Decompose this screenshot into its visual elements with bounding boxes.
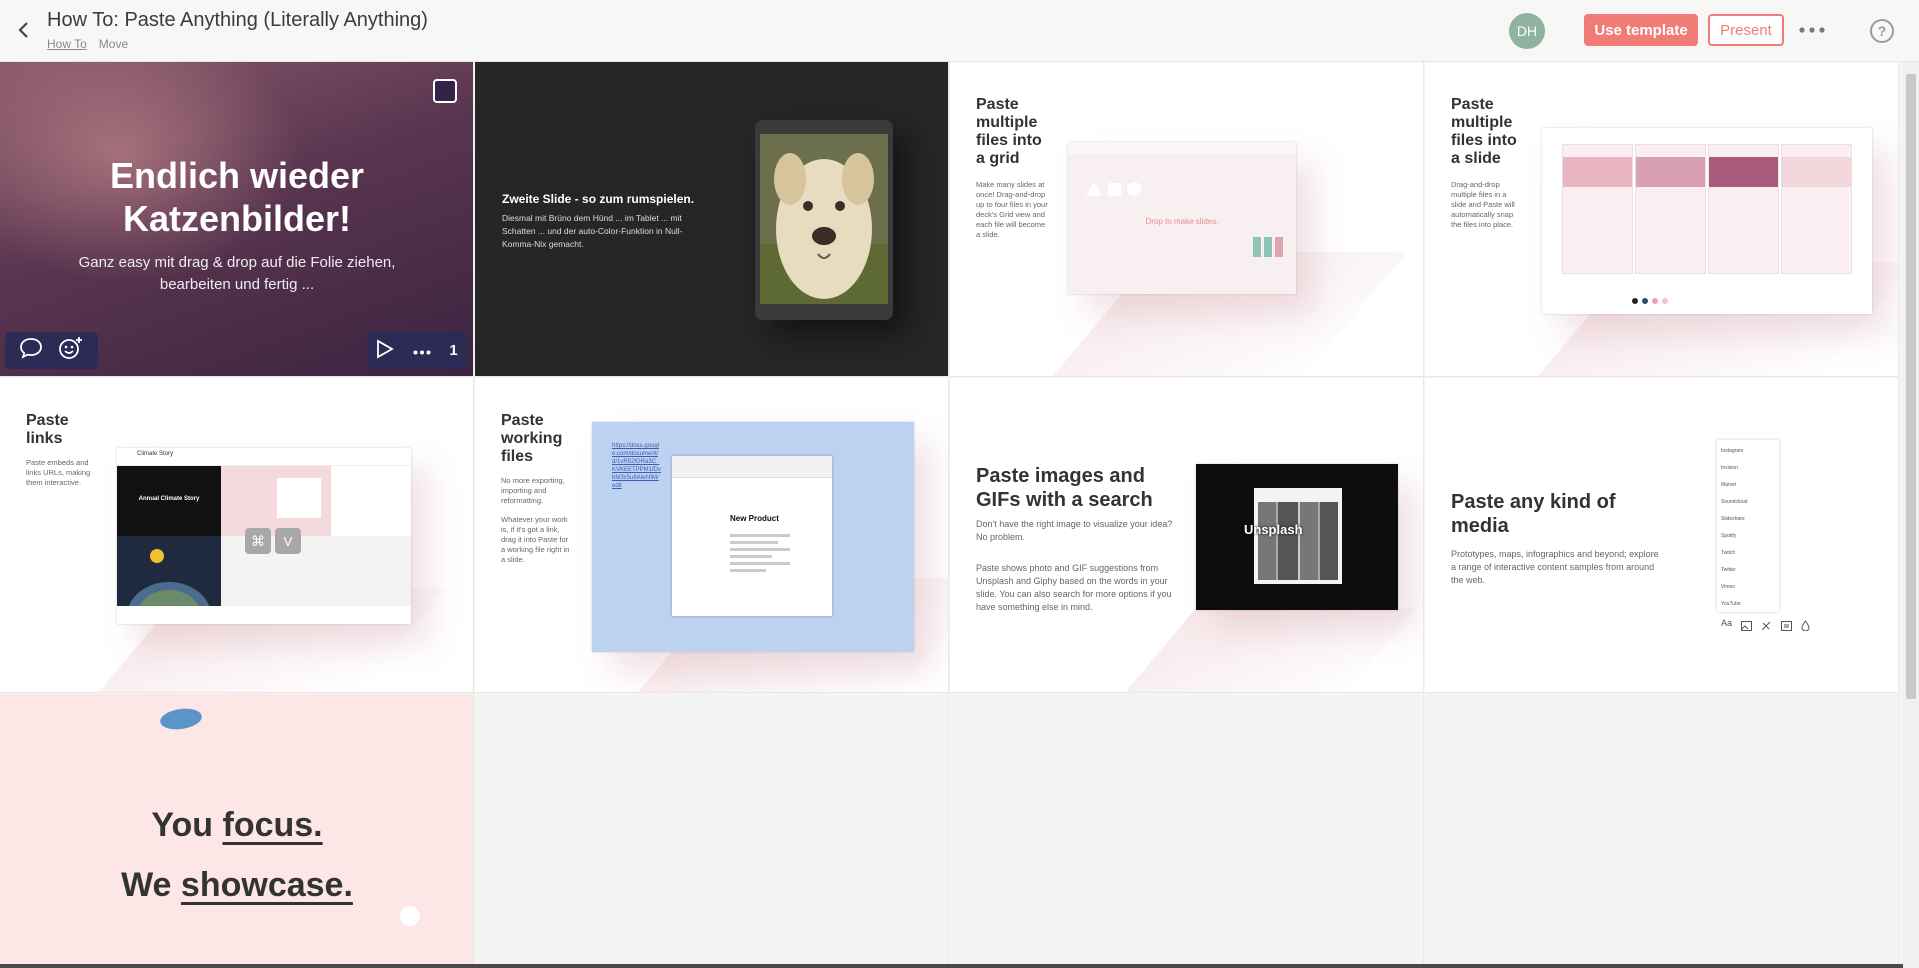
slide-2-body: Diesmal mit Brüno dem Hünd ... im Tablet… bbox=[502, 213, 683, 249]
slide-tile-9[interactable]: You focus. We showcase. bbox=[0, 694, 474, 968]
slide-1-body: Ganz easy mit drag & drop auf die Folie … bbox=[78, 254, 396, 293]
select-checkbox[interactable] bbox=[433, 79, 457, 103]
slide-6-heading: Paste working files bbox=[501, 412, 563, 465]
text-style-icon[interactable]: Aa bbox=[1721, 618, 1732, 636]
menu-item[interactable]: Marvel bbox=[1721, 477, 1775, 494]
back-arrow-icon[interactable] bbox=[12, 18, 34, 42]
menu-item[interactable]: Twitch bbox=[1721, 545, 1775, 562]
slide-5-body: Paste embeds and links URLs, making them… bbox=[26, 458, 91, 487]
slide-tile-3[interactable]: Paste multiple files into a grid Make ma… bbox=[950, 62, 1424, 377]
slide-editor-mockup bbox=[1542, 128, 1872, 314]
image-search-mockup: Unsplash bbox=[1196, 464, 1398, 610]
slide-tile-2[interactable]: Zweite Slide - so zum rumspielen. Diesma… bbox=[475, 62, 949, 377]
slide-tile-5[interactable]: Paste links Paste embeds and links URLs,… bbox=[0, 378, 474, 693]
slide-5-heading: Paste links bbox=[26, 412, 69, 447]
grid-view-mockup: Drop to make slides. bbox=[1068, 142, 1296, 294]
slide-2-heading: Zweite Slide - so zum rumspielen. bbox=[502, 192, 695, 206]
blue-blob bbox=[158, 706, 204, 732]
deck-title: How To: Paste Anything (Literally Anythi… bbox=[47, 9, 428, 31]
slide-4-heading: Paste multiple files into a slide bbox=[1451, 96, 1517, 167]
empty-slot[interactable] bbox=[950, 694, 1424, 968]
slide-6-body-2: Whatever your work is, if it's got a lin… bbox=[501, 515, 570, 564]
slide-7-body-1: Don't have the right image to visualize … bbox=[976, 519, 1173, 542]
slide-3-body: Make many slides at once! Drag-and-drop … bbox=[976, 180, 1048, 239]
breadcrumb: How To Move bbox=[47, 37, 128, 51]
slide-7-heading: Paste images and GIFs with a search bbox=[976, 465, 1153, 511]
image-icon[interactable] bbox=[1741, 618, 1753, 636]
doc-link: https://docs.google.com/document/d/1vR52… bbox=[612, 443, 662, 489]
slide-4-body: Drag-and-drop multiple files in a slide … bbox=[1451, 180, 1515, 229]
shapes-placeholder bbox=[1086, 180, 1146, 196]
menu-item[interactable]: Instagram bbox=[1721, 443, 1775, 460]
color-drop-icon[interactable] bbox=[1801, 618, 1810, 636]
menu-item[interactable]: Spotify bbox=[1721, 528, 1775, 545]
slide-tile-1[interactable]: Endlich wieder Katzenbilder! Ganz easy m… bbox=[0, 62, 474, 377]
slide-more-icon[interactable] bbox=[413, 342, 431, 359]
slide-6-body-1: No more exporting, importing and reforma… bbox=[501, 476, 565, 505]
slide-7-body-2: Paste shows photo and GIF suggestions fr… bbox=[976, 563, 1172, 612]
menu-item[interactable]: Soundcloud bbox=[1721, 494, 1775, 511]
empty-slot[interactable] bbox=[1425, 694, 1899, 968]
tagline-line-1: You focus. bbox=[151, 806, 323, 844]
scrollbar-thumb[interactable] bbox=[1906, 74, 1916, 699]
slide-number: 1 bbox=[449, 342, 458, 359]
menu-item[interactable]: Slideshare bbox=[1721, 511, 1775, 528]
move-link[interactable]: Move bbox=[99, 37, 128, 51]
help-icon[interactable]: ? bbox=[1870, 19, 1894, 43]
add-reaction-icon[interactable] bbox=[58, 336, 84, 365]
slide-3-heading: Paste multiple files into a grid bbox=[976, 96, 1042, 167]
media-menu: Instagram Invision Marvel Soundcloud Sli… bbox=[1717, 440, 1779, 612]
tagline-line-2: We showcase. bbox=[121, 866, 353, 904]
slide-8-body: Prototypes, maps, infographics and beyon… bbox=[1451, 549, 1659, 585]
media-toolbar: Aa bbox=[1721, 618, 1810, 636]
white-dot bbox=[400, 906, 420, 926]
unsplash-overlay: Unsplash bbox=[1244, 522, 1303, 537]
play-icon[interactable] bbox=[376, 338, 395, 363]
mock-shadow bbox=[1103, 608, 1417, 692]
tablet-mockup bbox=[755, 120, 893, 320]
vertical-scrollbar[interactable] bbox=[1903, 62, 1919, 968]
top-bar: How To: Paste Anything (Literally Anythi… bbox=[0, 0, 1919, 62]
note-icon[interactable] bbox=[1781, 618, 1793, 636]
breadcrumb-folder-link[interactable]: How To bbox=[47, 37, 87, 51]
bottom-bar bbox=[0, 964, 1903, 968]
menu-item[interactable]: Twitter bbox=[1721, 562, 1775, 579]
use-template-button[interactable]: Use template bbox=[1584, 14, 1698, 46]
doc-title: New Product bbox=[730, 514, 779, 523]
dog-photo bbox=[760, 134, 888, 304]
command-key: ⌘ bbox=[245, 528, 271, 554]
menu-item[interactable]: Invision bbox=[1721, 460, 1775, 477]
slide-tile-6[interactable]: Paste working files No more exporting, i… bbox=[475, 378, 949, 693]
slide-tile-8[interactable]: Paste any kind of media Prototypes, maps… bbox=[1425, 378, 1899, 693]
drop-label: Drop to make slides. bbox=[1145, 217, 1219, 226]
empty-slot[interactable] bbox=[475, 694, 949, 968]
present-button[interactable]: Present bbox=[1708, 14, 1784, 46]
v-key: V bbox=[275, 528, 301, 554]
working-file-mockup: https://docs.google.com/document/d/1vR52… bbox=[592, 422, 914, 652]
embed-mockup: Climate Story Annual Climate Story ⌘ V bbox=[117, 448, 411, 624]
slide-8-heading: Paste any kind of media bbox=[1451, 491, 1616, 537]
slide-1-heading: Endlich wieder Katzenbilder! bbox=[109, 155, 365, 239]
slide-actions-right: 1 bbox=[367, 332, 467, 369]
more-options-icon[interactable] bbox=[1797, 18, 1827, 42]
slide-tile-4[interactable]: Paste multiple files into a slide Drag-a… bbox=[1425, 62, 1899, 377]
menu-item[interactable]: Vimeo bbox=[1721, 579, 1775, 596]
menu-item[interactable]: YouTube bbox=[1721, 596, 1775, 613]
slide-tile-7[interactable]: Paste images and GIFs with a search Don'… bbox=[950, 378, 1424, 693]
slide-actions-left bbox=[5, 332, 98, 369]
embed-title: Climate Story bbox=[117, 448, 411, 466]
tools-icon[interactable] bbox=[1761, 618, 1772, 636]
user-avatar[interactable]: DH bbox=[1509, 13, 1545, 49]
comment-icon[interactable] bbox=[19, 337, 43, 364]
embed-subtitle: Annual Climate Story bbox=[117, 466, 221, 536]
